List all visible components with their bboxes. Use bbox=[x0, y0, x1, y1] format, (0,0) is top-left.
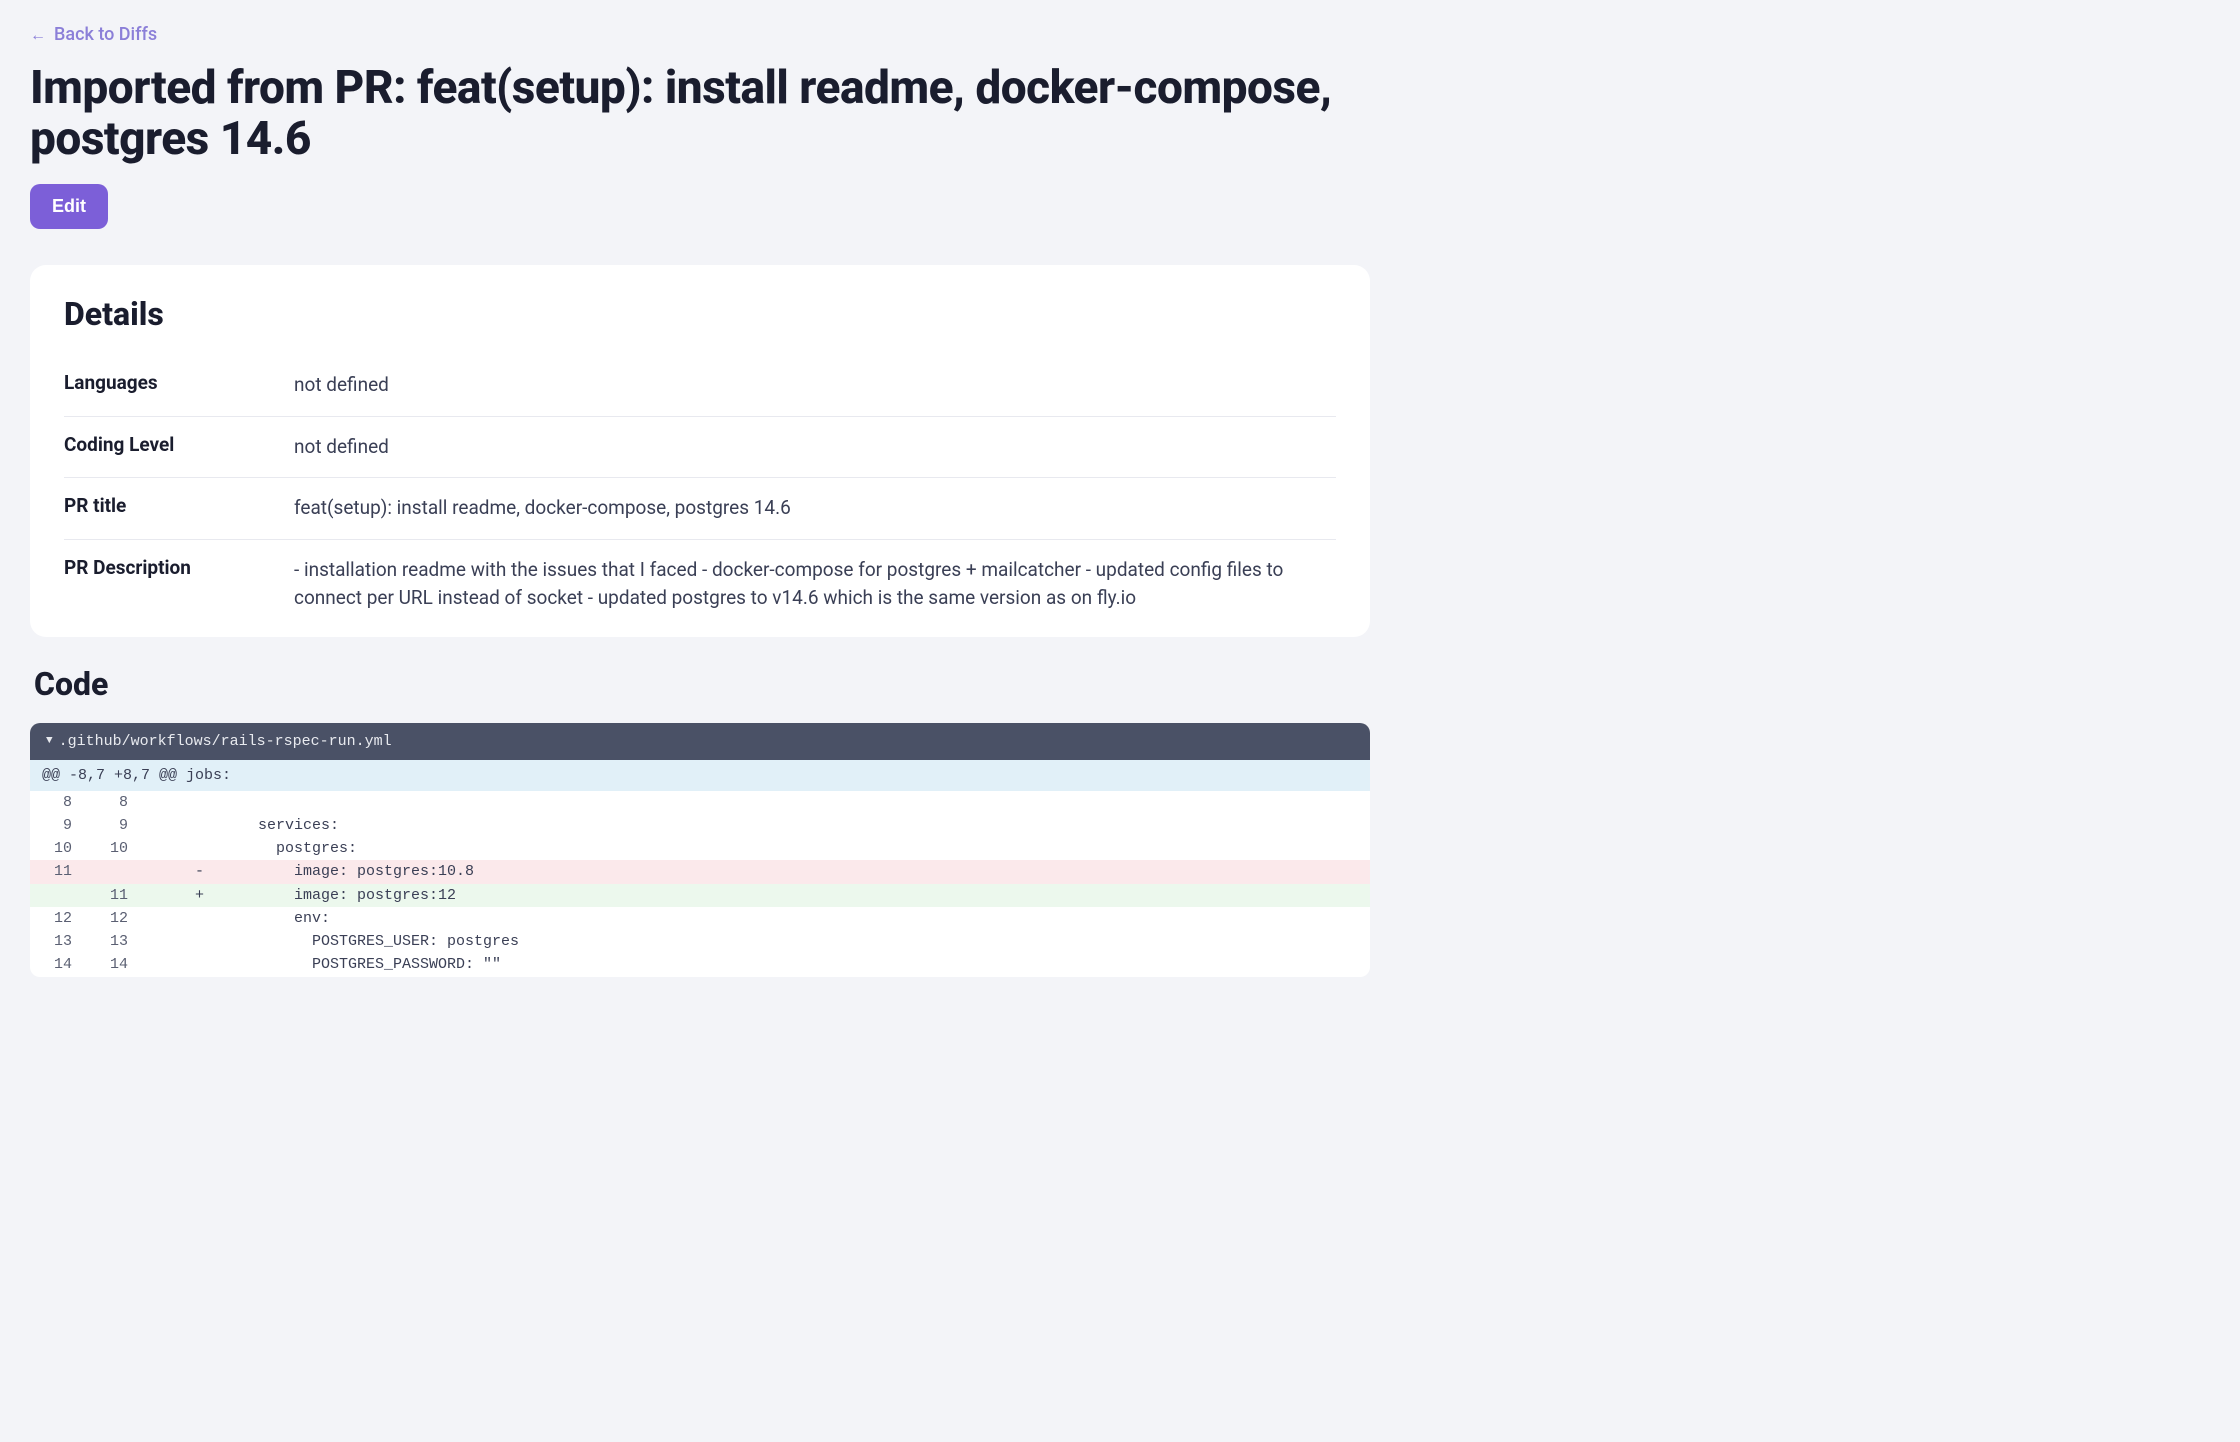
line-number-new: 12 bbox=[86, 907, 142, 930]
diff-line: 99 services: bbox=[30, 814, 1370, 837]
diff-file-header[interactable]: ▼ .github/workflows/rails-rspec-run.yml bbox=[30, 723, 1370, 760]
line-number-new: 14 bbox=[86, 953, 142, 976]
details-value: not defined bbox=[294, 433, 1336, 462]
edit-button[interactable]: Edit bbox=[30, 184, 108, 229]
diff-content: postgres: bbox=[222, 837, 1370, 860]
back-to-diffs-link[interactable]: ← Back to Diffs bbox=[30, 24, 157, 45]
page-title: Imported from PR: feat(setup): install r… bbox=[30, 63, 1370, 164]
line-number-old bbox=[30, 884, 86, 907]
diff-line: 1414 POSTGRES_PASSWORD: "" bbox=[30, 953, 1370, 976]
details-card: Details Languagesnot definedCoding Level… bbox=[30, 265, 1370, 637]
diff-content: image: postgres:10.8 bbox=[222, 860, 1370, 883]
details-row: Coding Levelnot defined bbox=[64, 417, 1336, 479]
diff-content: env: bbox=[222, 907, 1370, 930]
details-value: - installation readme with the issues th… bbox=[294, 556, 1336, 613]
diff-sign bbox=[142, 930, 222, 953]
diff-sign: - bbox=[142, 860, 222, 883]
details-label: Languages bbox=[64, 371, 294, 394]
line-number-old: 8 bbox=[30, 791, 86, 814]
details-value: not defined bbox=[294, 371, 1336, 400]
diff-content bbox=[222, 791, 1370, 814]
diff-hunk-header: @@ -8,7 +8,7 @@ jobs: bbox=[30, 760, 1370, 791]
back-link-label: Back to Diffs bbox=[54, 24, 157, 45]
diff-line: 11 - image: postgres:10.8 bbox=[30, 860, 1370, 883]
diff-line: 1313 POSTGRES_USER: postgres bbox=[30, 930, 1370, 953]
diff-sign bbox=[142, 907, 222, 930]
line-number-old: 9 bbox=[30, 814, 86, 837]
line-number-new: 10 bbox=[86, 837, 142, 860]
line-number-old: 13 bbox=[30, 930, 86, 953]
line-number-new: 11 bbox=[86, 884, 142, 907]
diff-content: services: bbox=[222, 814, 1370, 837]
line-number-new: 8 bbox=[86, 791, 142, 814]
diff-line: 1010 postgres: bbox=[30, 837, 1370, 860]
details-value: feat(setup): install readme, docker-comp… bbox=[294, 494, 1336, 523]
line-number-new bbox=[86, 860, 142, 883]
line-number-old: 11 bbox=[30, 860, 86, 883]
line-number-new: 13 bbox=[86, 930, 142, 953]
chevron-down-icon: ▼ bbox=[46, 735, 53, 747]
details-label: PR title bbox=[64, 494, 294, 517]
diff-line: 1212 env: bbox=[30, 907, 1370, 930]
diff-line: 11+ image: postgres:12 bbox=[30, 884, 1370, 907]
line-number-new: 9 bbox=[86, 814, 142, 837]
line-number-old: 12 bbox=[30, 907, 86, 930]
diff-sign bbox=[142, 814, 222, 837]
diff-file-path: .github/workflows/rails-rspec-run.yml bbox=[59, 733, 392, 750]
diff-content: image: postgres:12 bbox=[222, 884, 1370, 907]
details-row: Languagesnot defined bbox=[64, 355, 1336, 417]
line-number-old: 10 bbox=[30, 837, 86, 860]
code-heading: Code bbox=[34, 665, 1370, 703]
line-number-old: 14 bbox=[30, 953, 86, 976]
arrow-left-icon: ← bbox=[30, 25, 46, 45]
diff-content: POSTGRES_USER: postgres bbox=[222, 930, 1370, 953]
details-label: PR Description bbox=[64, 556, 294, 579]
details-row: PR Description- installation readme with… bbox=[64, 540, 1336, 629]
diff-sign bbox=[142, 953, 222, 976]
diff-sign bbox=[142, 837, 222, 860]
diff-sign: + bbox=[142, 884, 222, 907]
details-label: Coding Level bbox=[64, 433, 294, 456]
diff-sign bbox=[142, 791, 222, 814]
diff-line: 88 bbox=[30, 791, 1370, 814]
diff-container: ▼ .github/workflows/rails-rspec-run.yml … bbox=[30, 723, 1370, 977]
details-row: PR titlefeat(setup): install readme, doc… bbox=[64, 478, 1336, 540]
details-heading: Details bbox=[64, 295, 1336, 333]
diff-content: POSTGRES_PASSWORD: "" bbox=[222, 953, 1370, 976]
